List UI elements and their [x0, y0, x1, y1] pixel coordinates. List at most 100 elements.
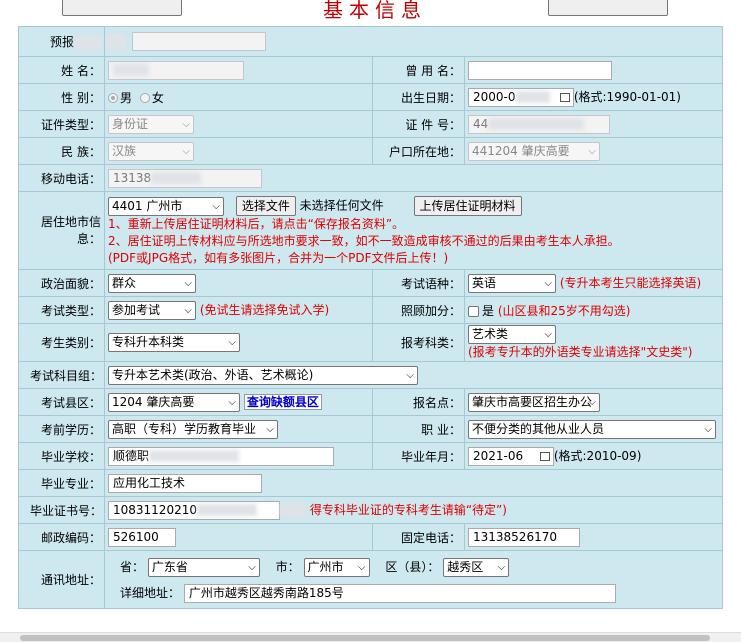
chevron-down-icon: ⌵ [588, 396, 596, 408]
politics-select[interactable]: 群众 ⌵ [108, 273, 196, 293]
query-quota-link[interactable]: 查询缺额县区 [243, 393, 322, 410]
major-input[interactable]: 应用化工技术 [108, 473, 262, 493]
subject-group-select[interactable]: 专升本艺术类(政治、外语、艺术概论) ⌵ [108, 365, 418, 385]
bonus-note: (山区县和25岁不用勾选) [497, 303, 631, 318]
mobile-input[interactable]: 13138 [108, 168, 262, 188]
scrollbar-thumb[interactable] [20, 635, 710, 641]
id-no-input[interactable]: 44 [468, 114, 610, 134]
chevron-down-icon: ⌵ [406, 369, 414, 381]
subject-group-label: 考试科目组： [18, 361, 105, 389]
chevron-down-icon: ⌵ [497, 561, 506, 573]
calendar-icon[interactable] [560, 92, 570, 102]
address-label: 通讯地址： [18, 550, 105, 609]
used-name-input[interactable] [468, 60, 612, 80]
chevron-down-icon: ⌵ [184, 304, 192, 316]
postcode-input[interactable]: 526100 [108, 527, 176, 547]
chevron-down-icon: ⌵ [544, 328, 552, 340]
id-type-select[interactable]: 身份证 ⌵ [108, 114, 194, 134]
id-type-label: 证件类型： [18, 110, 105, 138]
mobile-label: 移动电话： [18, 164, 105, 192]
name-input[interactable] [108, 60, 244, 80]
top-left-button[interactable] [62, 0, 182, 16]
used-name-label: 曾 用 名： [372, 56, 465, 84]
bonus-label: 照顾加分： [372, 296, 465, 324]
school-input[interactable]: 顺德职 [108, 446, 334, 466]
detail-label: 详细地址： [120, 585, 181, 600]
cert-input[interactable]: 10831120210 [108, 500, 280, 520]
detail-address-input[interactable]: 广州市越秀区越秀南路185号 [183, 583, 616, 603]
hukou-select[interactable]: 441204 肇庆高要 ⌵ [468, 141, 600, 161]
hukou-label: 户口所在地： [372, 137, 465, 165]
birth-format-hint: (格式:1990-01-01) [573, 89, 681, 104]
upload-residence-button[interactable]: 上传居住证明材料 [413, 196, 522, 216]
language-note: (专升本考生只能选择英语) [559, 275, 702, 290]
gender-male-radio[interactable] [108, 93, 118, 103]
horizontal-scrollbar[interactable] [0, 632, 741, 642]
chevron-down-icon: ⌵ [704, 423, 712, 435]
chevron-down-icon: ⌵ [182, 118, 190, 130]
nation-select[interactable]: 汉族 ⌵ [108, 141, 194, 161]
city-label: 市： [275, 559, 300, 574]
no-file-text: 未选择任何文件 [299, 198, 384, 213]
choose-file-button[interactable]: 选择文件 [235, 196, 296, 216]
major-label: 毕业专业： [18, 469, 105, 497]
gender-label: 性 别： [18, 83, 105, 111]
politics-label: 政治面貌： [18, 269, 105, 297]
gender-male-label: 男 [120, 90, 133, 105]
gender-female-radio[interactable] [139, 93, 150, 103]
site-select[interactable]: 肇庆市高要区招生办公 ⌵ [468, 392, 600, 412]
job-label: 职 业： [372, 415, 465, 443]
district-select[interactable]: 越秀区 ⌵ [443, 557, 510, 577]
page-title: 基本信息 [323, 0, 427, 22]
postcode-label: 邮政编码： [18, 523, 105, 551]
exam-type-label: 考试类型： [18, 296, 105, 324]
chevron-down-icon: ⌵ [357, 561, 366, 573]
education-select[interactable]: 高职（专科）学历教育毕业 ⌵ [108, 419, 278, 439]
exam-type-note: (免试生请选择免试入学) [199, 302, 330, 317]
category-select[interactable]: 专科升本科类 ⌵ [108, 333, 240, 352]
chevron-down-icon: ⌵ [266, 423, 274, 435]
residence-note-3: (PDF或JPG格式，如有多张图片，合并为一个PDF文件后上传！) [108, 251, 449, 265]
county-label: 考试县区： [18, 388, 105, 416]
grad-format-hint: (格式:2010-09) [553, 448, 642, 463]
province-label: 省： [120, 559, 145, 574]
bonus-yes-label: 是 [482, 303, 495, 318]
district-label: 区（县）： [385, 559, 440, 574]
top-right-button[interactable] [548, 0, 668, 16]
residence-city-select[interactable]: 4401 广州市 ⌵ [108, 196, 224, 216]
residence-label: 居住地市信息： [18, 191, 105, 270]
cert-label: 毕业证书号： [18, 496, 105, 524]
chevron-down-icon: ⌵ [588, 145, 596, 157]
city-select[interactable]: 广州市 ⌵ [303, 557, 370, 577]
chevron-down-icon: ⌵ [182, 145, 190, 157]
residence-note-2: 2、居住证明上传材料应与所选地市要求一致，如不一致造成审核不通过的后果由考生本人… [108, 234, 620, 248]
phone-input[interactable]: 13138526170 [468, 527, 580, 547]
yubao-input[interactable] [132, 32, 266, 51]
chevron-down-icon: ⌵ [544, 277, 552, 289]
language-select[interactable]: 英语 ⌵ [468, 273, 556, 293]
calendar-icon[interactable] [540, 451, 550, 461]
grad-date-label: 毕业年月： [372, 442, 465, 470]
birth-label: 出生日期： [372, 83, 465, 111]
province-select[interactable]: 广东省 ⌵ [147, 557, 260, 577]
residence-note-1: 1、重新上传居住证明材料后，请点击“保存报名资料”。 [108, 217, 405, 231]
chevron-down-icon: ⌵ [228, 337, 236, 348]
subject-cat-label: 报考科类： [372, 323, 465, 362]
page: 基本信息 预报 姓 名： 曾 用 名： 性 别： 男 女 出生日期： 2000-… [0, 0, 741, 642]
id-no-label: 证 件 号： [372, 110, 465, 138]
chevron-down-icon: ⌵ [184, 277, 192, 289]
nation-label: 民 族： [18, 137, 105, 165]
subject-cat-note: (报考专升本的外语类专业请选择"文史类") [468, 344, 693, 359]
county-select[interactable]: 1204 肇庆高要 ⌵ [108, 392, 240, 412]
category-label: 考生类别： [18, 323, 105, 362]
job-select[interactable]: 不便分类的其他从业人员 ⌵ [468, 419, 716, 439]
top-bar: 基本信息 [0, 0, 741, 26]
birth-input[interactable]: 2000-0 [468, 87, 574, 107]
site-label: 报名点： [372, 388, 465, 416]
chevron-down-icon: ⌵ [212, 200, 220, 212]
subject-cat-select[interactable]: 艺术类 ⌵ [468, 324, 556, 344]
bonus-checkbox[interactable] [468, 305, 479, 317]
school-label: 毕业学校： [18, 442, 105, 470]
exam-type-select[interactable]: 参加考试 ⌵ [108, 300, 196, 320]
yubao-label: 预报 [18, 26, 105, 57]
